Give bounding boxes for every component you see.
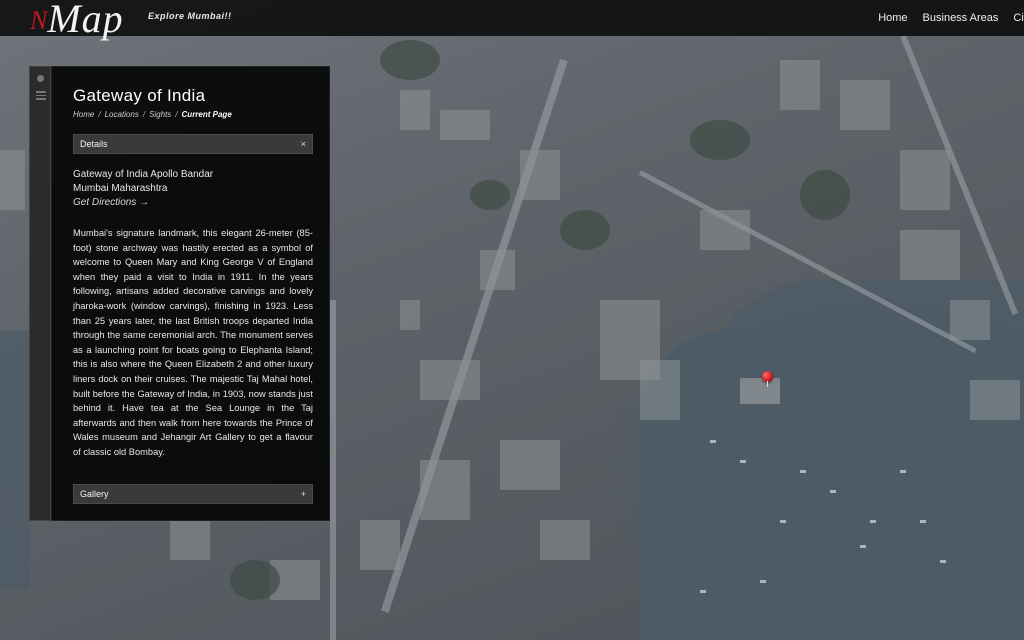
breadcrumb-home[interactable]: Home — [73, 110, 94, 119]
panel-handle[interactable] — [29, 66, 51, 521]
tagline: Explore Mumbai!! — [148, 11, 232, 21]
page-title: Gateway of India — [73, 86, 206, 105]
breadcrumb: Home / Locations / Sights / Current Page — [73, 110, 232, 119]
details-accordion-header[interactable]: Details × — [73, 134, 313, 154]
nav-business-areas[interactable]: Business Areas — [923, 12, 999, 24]
nmap-logo[interactable]: N Map — [30, 0, 124, 41]
close-icon[interactable]: × — [301, 135, 306, 153]
panel-knob-icon[interactable] — [37, 75, 44, 82]
gallery-accordion-header[interactable]: Gallery + — [73, 484, 313, 504]
details-label: Details — [80, 139, 108, 149]
address-line-1: Gateway of India Apollo Bandar — [73, 169, 214, 180]
breadcrumb-current: Current Page — [181, 110, 232, 119]
menu-icon[interactable] — [36, 91, 46, 100]
main-nav: Home Business Areas Cine — [863, 0, 1024, 36]
address: Gateway of India Apollo Bandar Mumbai Ma… — [73, 168, 213, 196]
plus-icon[interactable]: + — [301, 485, 306, 503]
get-directions-link[interactable]: Get Directions → — [73, 197, 149, 208]
logo-letter: N — [30, 6, 48, 35]
gallery-label: Gallery — [80, 489, 109, 499]
nav-home[interactable]: Home — [878, 12, 907, 24]
nav-cine[interactable]: Cine — [1013, 12, 1024, 24]
breadcrumb-sights[interactable]: Sights — [149, 110, 171, 119]
breadcrumb-locations[interactable]: Locations — [105, 110, 139, 119]
map-pin-icon[interactable] — [762, 371, 773, 387]
logo-word: Map — [47, 0, 124, 41]
top-bar: N Map Explore Mumbai!! Home Business Are… — [0, 0, 1024, 41]
address-line-2: Mumbai Maharashtra — [73, 183, 168, 194]
location-panel: Gateway of India Home / Locations / Sights / C… — [51, 66, 330, 521]
location-description: Mumbai's signature landmark, this elegan… — [73, 228, 313, 457]
